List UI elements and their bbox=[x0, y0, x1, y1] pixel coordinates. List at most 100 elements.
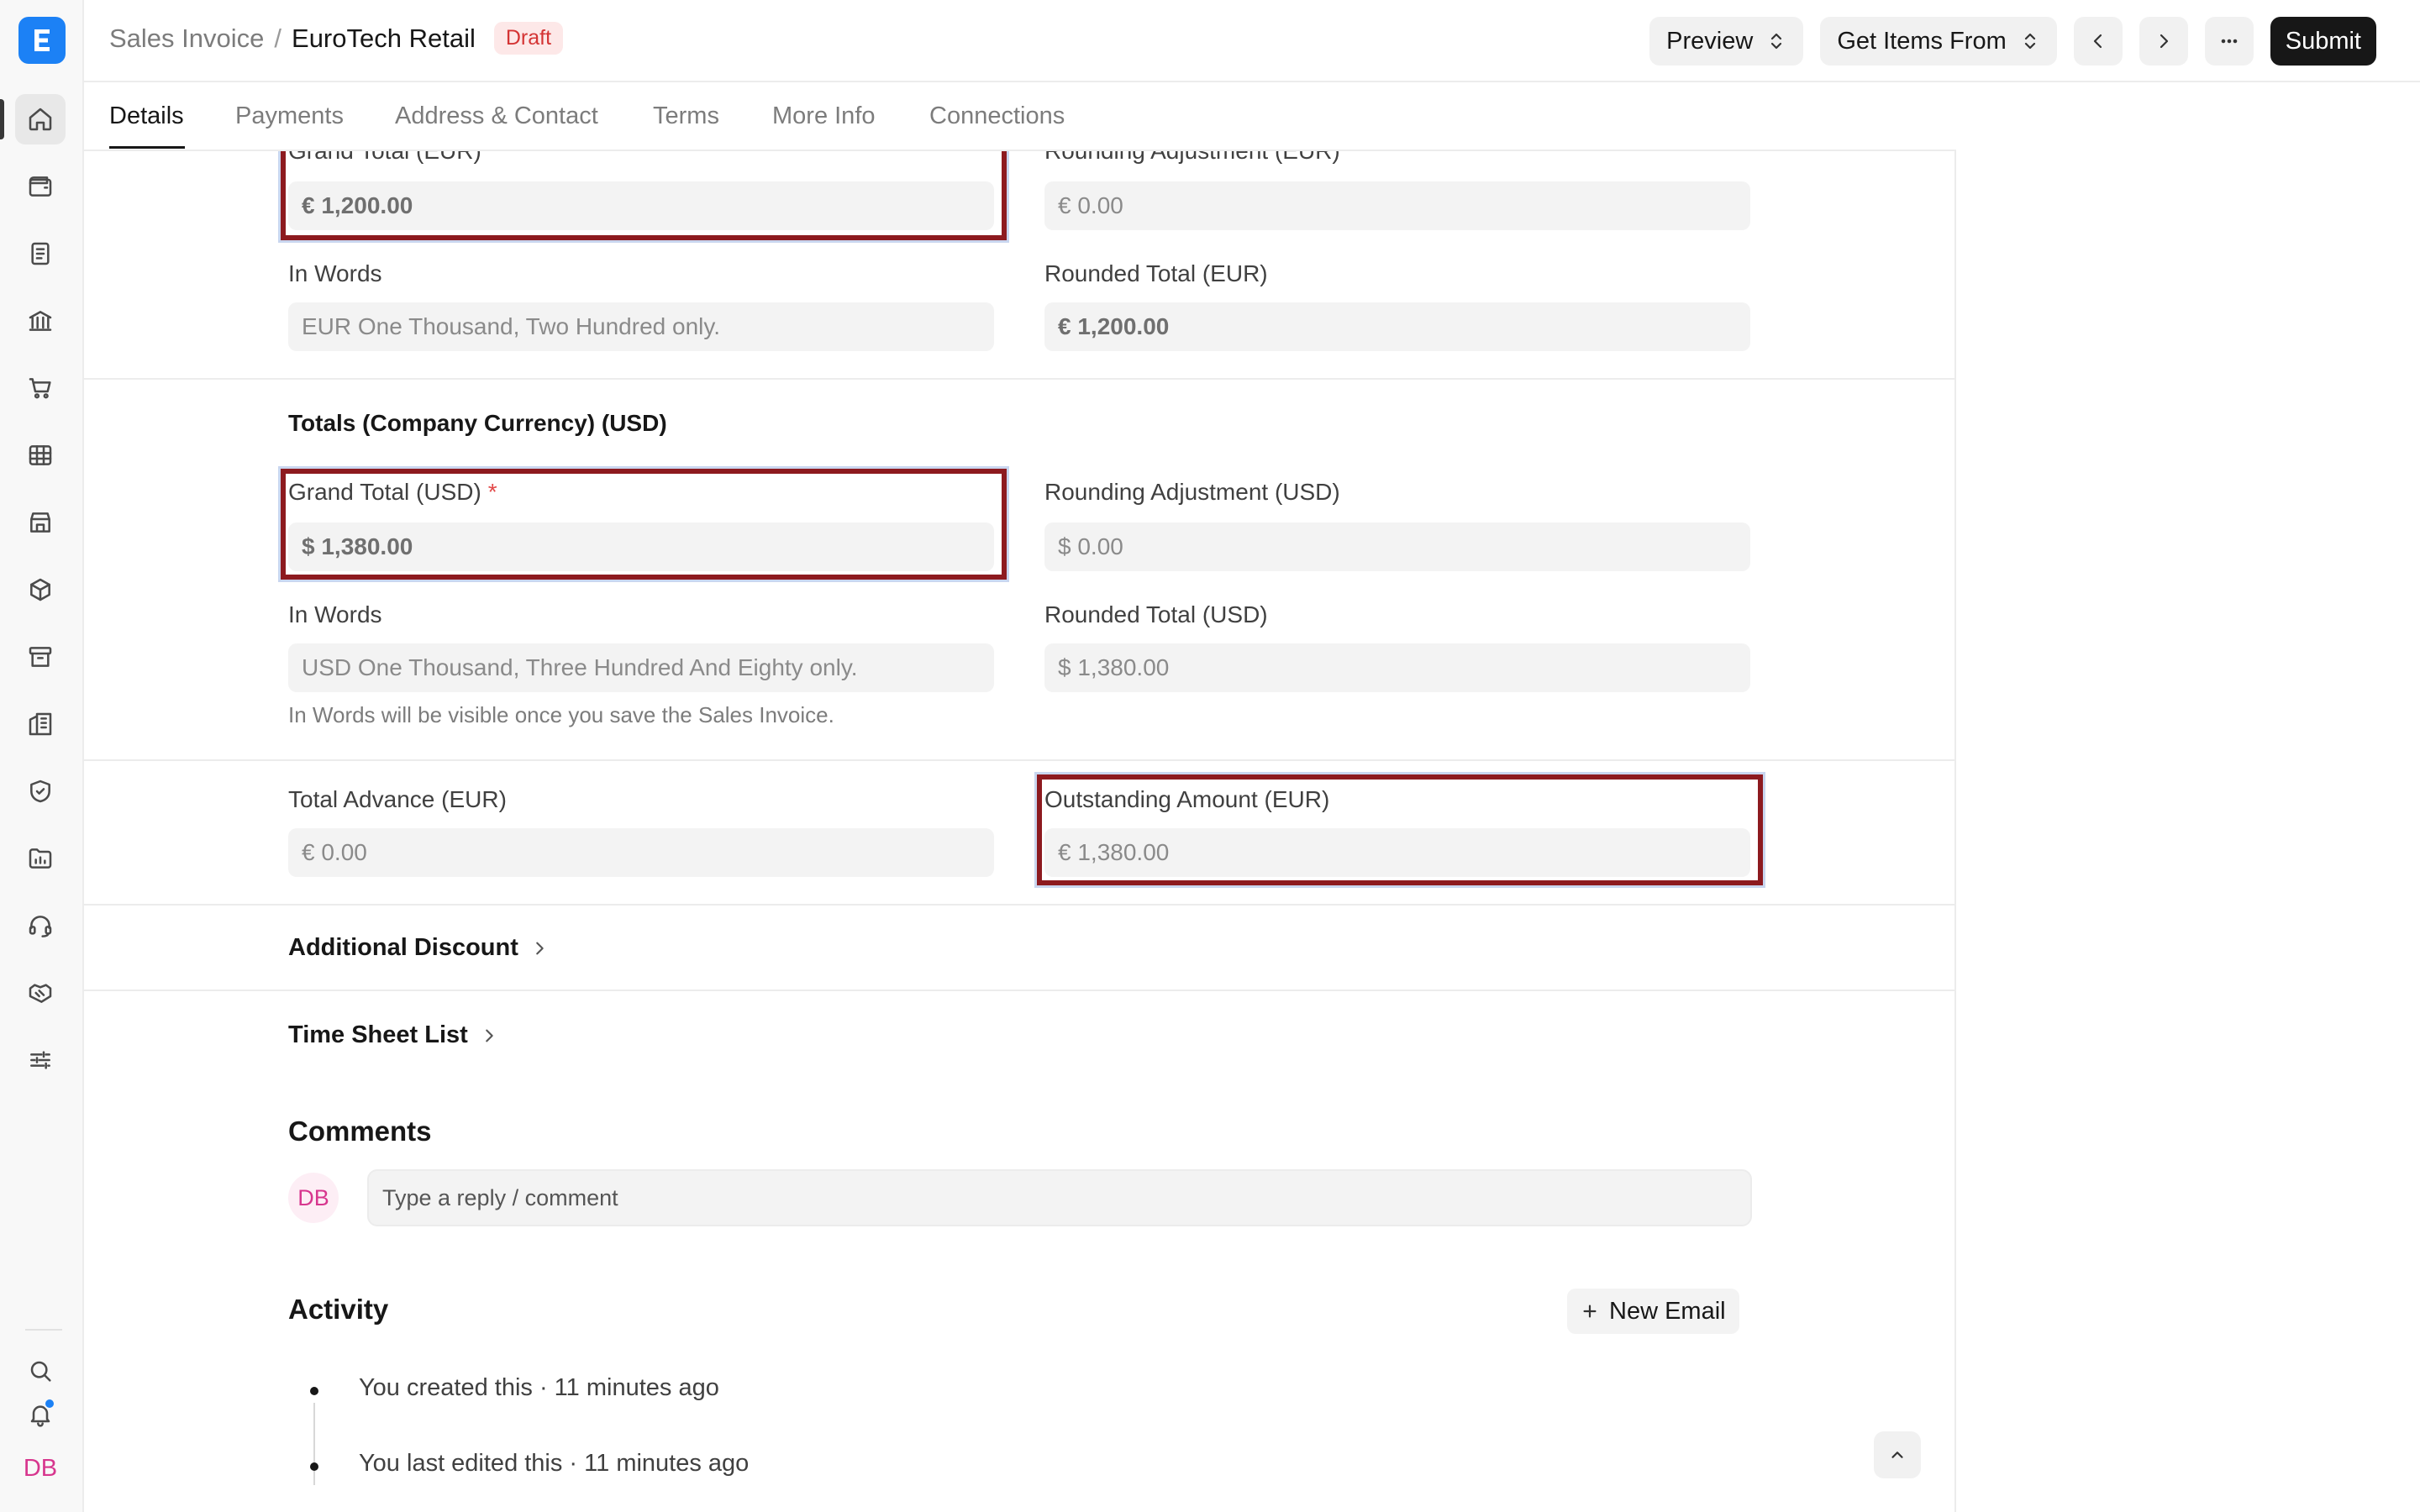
chevron-right-icon bbox=[486, 1029, 493, 1042]
section-divider bbox=[84, 990, 1954, 991]
file-text-icon bbox=[31, 242, 50, 265]
activity-timeline-dot bbox=[310, 1387, 318, 1395]
in-words-usd-field[interactable]: USD One Thousand, Three Hundred And Eigh… bbox=[288, 643, 994, 692]
more-actions-button[interactable] bbox=[2204, 17, 2254, 66]
tab-address-contact[interactable]: Address & Contact bbox=[395, 102, 598, 130]
activity-heading: Activity bbox=[288, 1294, 389, 1325]
more-horizontal-icon bbox=[2221, 39, 2238, 44]
plus-icon bbox=[1583, 1305, 1597, 1318]
bank-icon bbox=[29, 311, 52, 331]
table-icon bbox=[29, 445, 52, 465]
sidebar-banking[interactable] bbox=[15, 296, 66, 346]
rounded-total-eur-field[interactable]: € 1,200.00 bbox=[1044, 302, 1750, 351]
sidebar-buying[interactable] bbox=[15, 363, 66, 413]
archive-icon bbox=[29, 647, 52, 667]
erpnext-logo-icon bbox=[34, 29, 50, 51]
package-icon bbox=[30, 578, 50, 601]
sidebar-manufacturing[interactable] bbox=[15, 699, 66, 749]
section-divider bbox=[84, 759, 1954, 761]
chevron-left-icon bbox=[2093, 34, 2102, 49]
active-tab-indicator bbox=[109, 146, 185, 149]
in-words-eur-field[interactable]: EUR One Thousand, Two Hundred only. bbox=[288, 302, 994, 351]
sidebar-reports[interactable] bbox=[15, 430, 66, 480]
comment-input[interactable]: Type a reply / comment bbox=[367, 1169, 1752, 1226]
notifications-button[interactable] bbox=[15, 1389, 66, 1440]
sidebar-home[interactable] bbox=[15, 94, 66, 144]
rounded-total-usd-field[interactable]: $ 1,380.00 bbox=[1044, 643, 1750, 692]
tab-details[interactable]: Details bbox=[109, 102, 184, 130]
total-advance-eur-field[interactable]: € 0.00 bbox=[288, 828, 994, 877]
rounding-adjustment-eur-field[interactable]: € 0.00 bbox=[1044, 181, 1750, 230]
form-tabs: Details Payments Address & Contact Terms… bbox=[84, 82, 1956, 151]
rail-divider bbox=[25, 1329, 62, 1331]
sidebar-selling[interactable] bbox=[15, 497, 66, 548]
status-badge: Draft bbox=[493, 22, 564, 55]
search-icon bbox=[30, 1361, 51, 1382]
toolbar: Preview Get Items From Submit bbox=[1649, 17, 2376, 66]
time-sheet-list-section-toggle[interactable]: Time Sheet List bbox=[288, 1021, 498, 1049]
page-title: EuroTech Retail bbox=[292, 23, 476, 53]
highlight-box-grand-total-usd bbox=[281, 469, 1007, 580]
wallet-icon bbox=[29, 176, 52, 197]
app-logo[interactable] bbox=[18, 17, 66, 64]
rounded-total-usd-label: Rounded Total (USD) bbox=[1044, 601, 1268, 627]
chevron-right-icon bbox=[2160, 34, 2168, 49]
in-words-help-text: In Words will be visible once you save t… bbox=[288, 702, 834, 727]
sidebar-stock[interactable] bbox=[15, 564, 66, 615]
scroll-to-top-button[interactable] bbox=[1874, 1431, 1921, 1478]
breadcrumb-parent[interactable]: Sales Invoice bbox=[109, 24, 264, 54]
handshake-icon bbox=[29, 984, 52, 1003]
folder-chart-icon bbox=[29, 848, 52, 869]
comment-avatar: DB bbox=[288, 1173, 339, 1223]
sidebar-projects[interactable] bbox=[15, 833, 66, 884]
new-email-button[interactable]: New Email bbox=[1567, 1289, 1739, 1334]
activity-timeline-dot bbox=[310, 1462, 318, 1471]
previous-record-button[interactable] bbox=[2073, 17, 2123, 66]
cart-icon bbox=[29, 378, 51, 399]
in-words-eur-label: In Words bbox=[288, 260, 382, 286]
sidebar-quality[interactable] bbox=[15, 766, 66, 816]
notification-dot bbox=[44, 1398, 55, 1410]
in-words-usd-label: In Words bbox=[288, 601, 382, 627]
sidebar-assets[interactable] bbox=[15, 632, 66, 682]
rounding-adjustment-usd-field[interactable]: $ 0.00 bbox=[1044, 522, 1750, 571]
new-email-label: New Email bbox=[1609, 1297, 1726, 1325]
next-record-button[interactable] bbox=[2139, 17, 2188, 66]
tab-more-info[interactable]: More Info bbox=[772, 102, 876, 130]
sidebar-documents[interactable] bbox=[15, 228, 66, 279]
chevron-up-down-icon bbox=[1771, 33, 1782, 50]
rounding-adjustment-usd-label: Rounding Adjustment (USD) bbox=[1044, 479, 1340, 505]
additional-discount-heading: Additional Discount bbox=[288, 934, 518, 961]
sidebar-accounting[interactable] bbox=[15, 161, 66, 212]
preview-dropdown[interactable]: Preview bbox=[1649, 17, 1804, 66]
top-bar: Sales Invoice / EuroTech Retail Draft Pr… bbox=[84, 0, 2420, 82]
get-items-dropdown[interactable]: Get Items From bbox=[1820, 17, 2057, 66]
section-divider bbox=[84, 904, 1954, 906]
sidebar-rail: DB bbox=[0, 0, 84, 1512]
form-content: Grand Total (EUR)* € 1,200.00 Rounding A… bbox=[84, 82, 1954, 1512]
side-panel-divider bbox=[1954, 82, 1956, 1512]
chevron-right-icon bbox=[536, 942, 544, 954]
tab-terms[interactable]: Terms bbox=[653, 102, 719, 130]
tab-connections[interactable]: Connections bbox=[929, 102, 1065, 130]
time-sheet-list-heading: Time Sheet List bbox=[288, 1021, 468, 1048]
sidebar-settings[interactable] bbox=[15, 1035, 66, 1085]
search-button[interactable] bbox=[15, 1346, 66, 1396]
sidebar-crm[interactable] bbox=[15, 968, 66, 1018]
tab-payments[interactable]: Payments bbox=[235, 102, 344, 130]
preview-label: Preview bbox=[1666, 27, 1754, 55]
additional-discount-section-toggle[interactable]: Additional Discount bbox=[288, 934, 549, 962]
breadcrumb-separator: / bbox=[274, 23, 282, 53]
totals-company-currency-heading: Totals (Company Currency) (USD) bbox=[288, 410, 667, 436]
total-advance-eur-label: Total Advance (EUR) bbox=[288, 786, 507, 812]
sidebar-support[interactable] bbox=[15, 900, 66, 951]
sliders-icon bbox=[30, 1051, 50, 1069]
shield-icon bbox=[30, 780, 50, 803]
section-divider bbox=[84, 378, 1954, 380]
submit-button[interactable]: Submit bbox=[2270, 17, 2376, 66]
user-avatar[interactable]: DB bbox=[15, 1443, 66, 1494]
comments-heading: Comments bbox=[288, 1116, 432, 1147]
active-rail-marker bbox=[0, 99, 4, 139]
chevron-up-icon bbox=[1891, 1452, 1903, 1458]
get-items-label: Get Items From bbox=[1837, 27, 2007, 55]
